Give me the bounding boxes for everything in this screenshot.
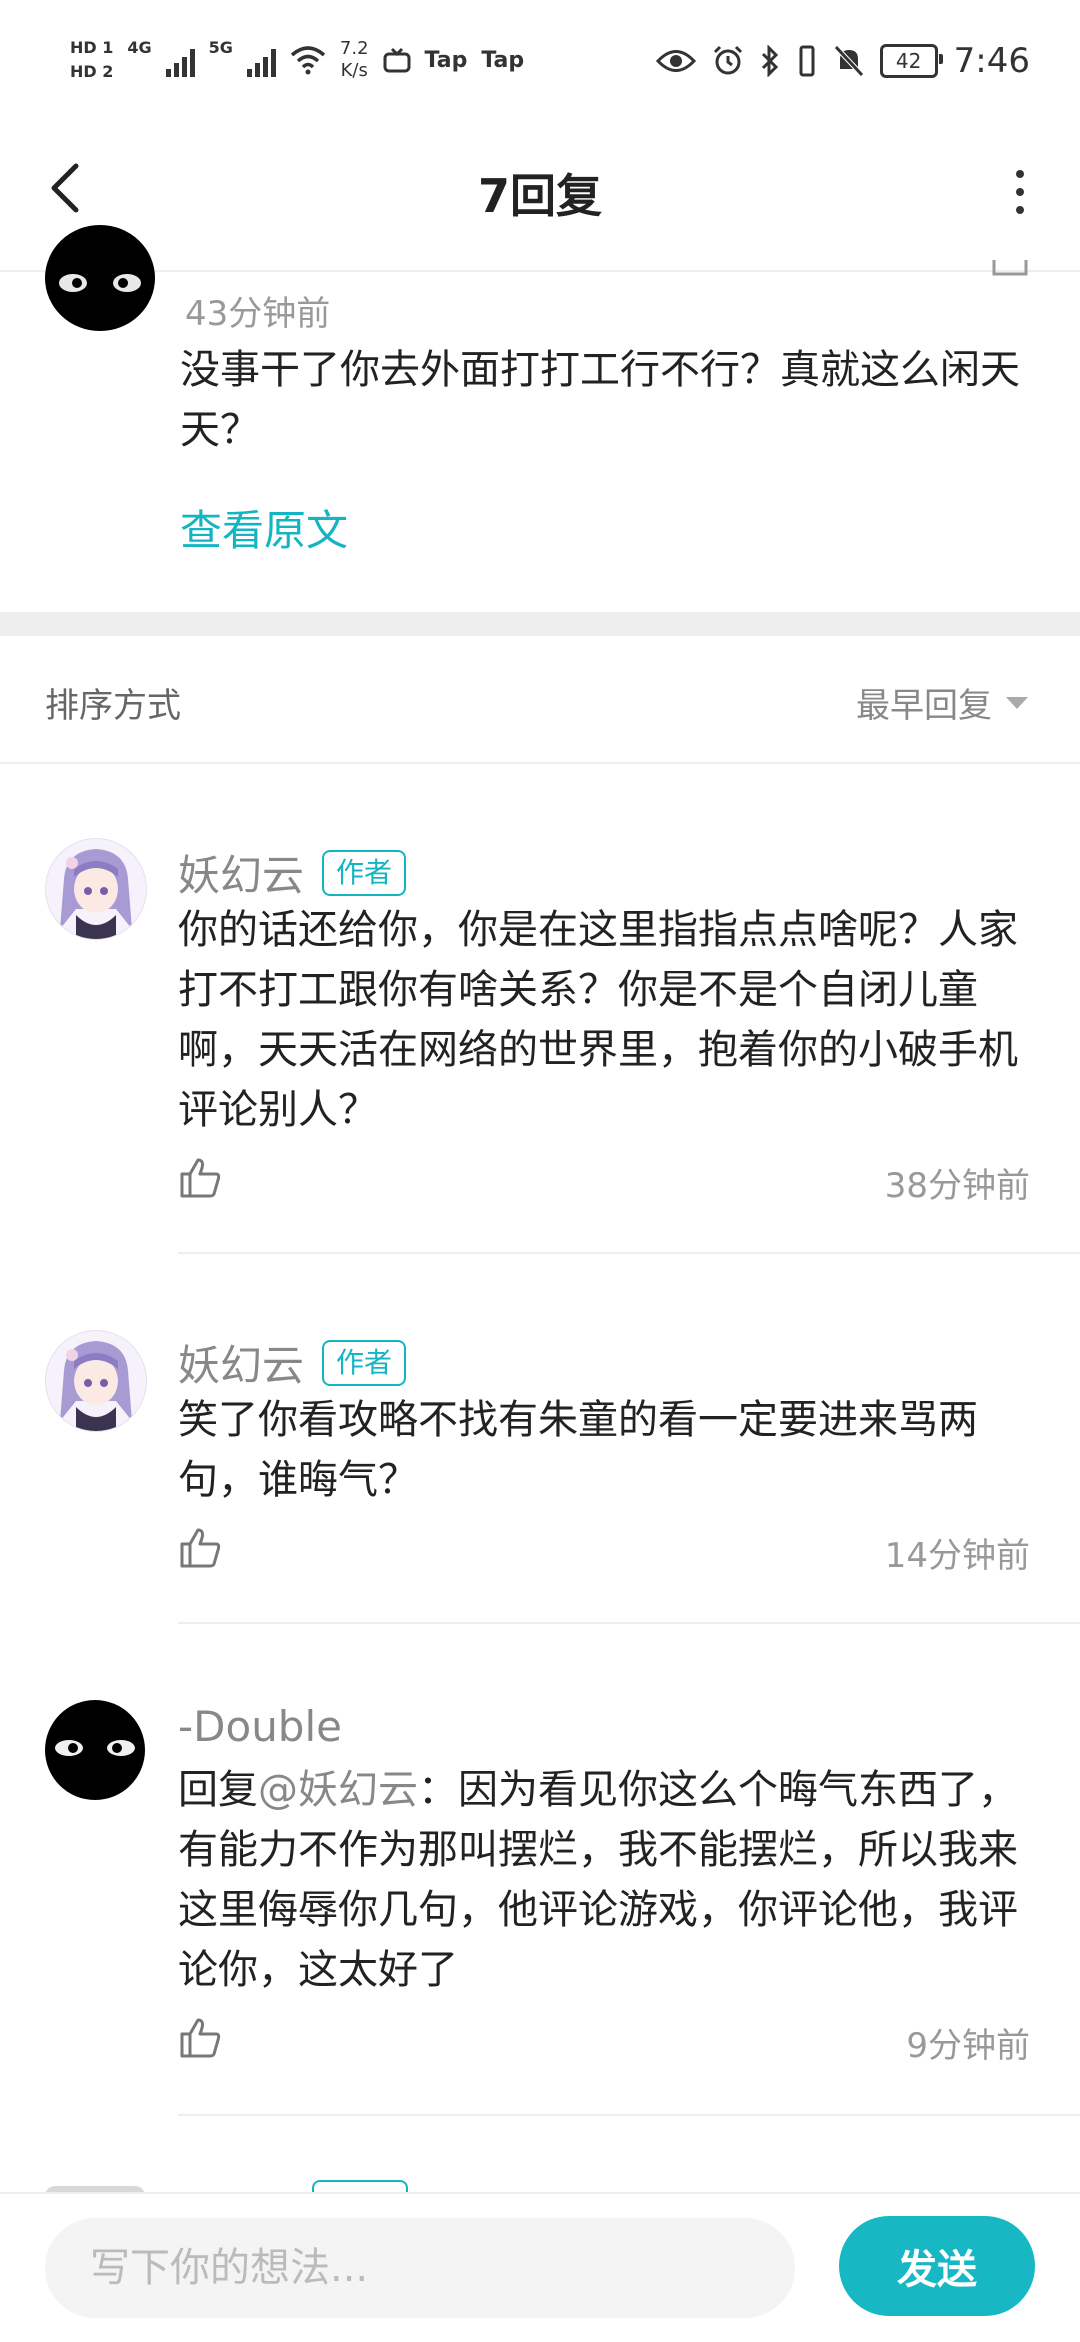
reply-item: 妖幻云 作者 笑了你看攻略不找有朱童的看一定要进来骂两句，谁晦气？ 14分钟前 [0,1254,1080,1624]
avatar[interactable] [45,1700,145,1800]
anime-avatar-icon [60,1341,132,1431]
taptap-label: Tap [424,47,468,73]
signal-icon [165,43,195,77]
reply-text: 笑了你看攻略不找有朱童的看一定要进来骂两句，谁晦气？ [178,1397,978,1503]
mute-bell-icon [833,45,864,77]
caret-down-icon [1006,696,1028,709]
hd2-label: HD 2 [70,62,114,81]
more-options-icon[interactable] [1000,162,1040,222]
comment-input-wrap [45,2218,815,2318]
section-divider [0,612,1080,636]
thumbs-up-icon[interactable] [178,2016,222,2060]
original-comment-text: 没事干了你去外面打打工行不行？真就这么闲天天？ [180,347,1020,453]
avatar[interactable] [45,1330,147,1432]
avatar[interactable] [45,838,147,940]
net-4g-label: 4G [127,38,152,57]
like-icon[interactable] [990,260,1030,296]
hd-indicator: HD 1 HD 2 [70,36,113,84]
view-original-link[interactable]: 查看原文 [180,497,348,558]
reply-time: 38分钟前 [884,1166,1030,1206]
vibrate-icon [799,45,815,77]
username-row: 妖幻云 作者 [178,1332,407,1393]
mention-link[interactable]: @妖幻云 [258,1767,418,1813]
net-5g-label: 5G [208,38,233,57]
anime-avatar-icon [60,849,132,939]
eye-icon [655,50,696,72]
composer-bar: 发送 [0,2192,1080,2342]
app-header: 7回复 [0,120,1080,270]
status-right: 42 7:46 [655,36,1030,86]
alarm-icon [713,45,742,75]
dark-avatar-icon [55,1740,135,1756]
reply-text: 你的话还给你，你是在这里指指点点啥呢？人家打不打工跟你有啥关系？你是不是个自闭儿… [178,907,1018,1133]
reply-text: 回复@妖幻云：因为看见你这么个晦气东西了，有能力不作为那叫摆烂，我不能摆烂，所以… [178,1760,1028,2000]
tv-icon [383,47,411,73]
username[interactable]: 妖幻云 [178,1332,304,1393]
username[interactable]: -Double [178,1702,342,1751]
signal-icon [246,43,276,77]
header-divider [0,270,1080,272]
thumbs-up-icon[interactable] [178,1526,222,1570]
wifi-icon [290,46,326,75]
sort-label: 排序方式 [45,686,181,726]
avatar-face-icon [59,274,141,292]
clock: 7:46 [953,41,1030,81]
speed-unit: K/s [340,60,368,81]
send-button[interactable]: 发送 [839,2216,1035,2316]
username-row: 妖幻云 作者 [178,842,407,903]
reply-time: 14分钟前 [884,1536,1030,1576]
battery-level: 42 [895,49,922,73]
author-badge: 作者 [322,849,407,896]
username[interactable]: 妖幻云 [178,842,304,903]
avatar[interactable] [45,225,155,331]
reply-item: -Double 回复@妖幻云：因为看见你这么个晦气东西了，有能力不作为那叫摆烂，… [0,1624,1080,2116]
status-bar: HD 1 HD 2 4G 5G 7.2 K/s Tap Tap 42 7:46 [0,0,1080,120]
reply-time: 9分钟前 [906,2026,1030,2066]
reply-item: 妖幻云 作者 你的话还给你，你是在这里指指点点啥呢？人家打不打工跟你有啥关系？你… [0,764,1080,1254]
reply-prefix: 回复 [178,1767,258,1813]
sort-value: 最早回复 [856,686,992,726]
author-badge: 作者 [322,1339,407,1386]
battery-icon: 42 [879,44,943,78]
bluetooth-icon [761,45,778,77]
hd1-label: HD 1 [70,38,114,57]
taptap-label: Tap [481,47,525,73]
sort-dropdown[interactable]: 最早回复 [856,678,1028,727]
username-row: -Double [178,1702,342,1751]
comment-input[interactable] [45,2218,815,2318]
thumbs-up-icon[interactable] [178,1156,222,1200]
reply-divider [178,2114,1080,2116]
sort-row: 排序方式 最早回复 [0,636,1080,762]
speed-value: 7.2 [339,38,369,59]
comment-time: 43分钟前 [185,294,331,334]
page-title: 7回复 [477,169,602,223]
network-speed: 7.2 K/s [340,38,369,82]
status-left: HD 1 HD 2 4G 5G 7.2 K/s Tap Tap [70,30,524,90]
